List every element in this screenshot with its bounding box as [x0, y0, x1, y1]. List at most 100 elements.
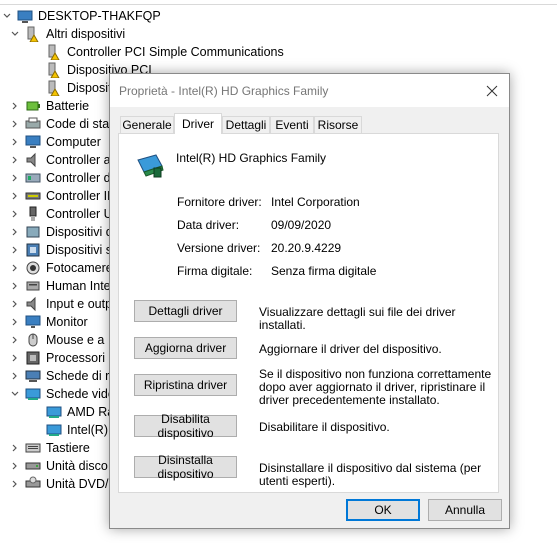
tree-label: Processori — [46, 351, 106, 365]
warning-device-icon — [25, 26, 41, 42]
tree-item-fotocamere[interactable]: Fotocamere — [9, 259, 113, 277]
tree-item-monitor[interactable]: Monitor — [9, 313, 88, 331]
disabilita-dispositivo-button[interactable]: Disabilita dispositivo — [134, 412, 237, 440]
chevron-right-icon[interactable] — [9, 442, 21, 454]
tree-label: Controller d — [46, 171, 111, 185]
disk-drive-icon — [25, 458, 41, 474]
tab-risorse[interactable]: Risorse — [314, 116, 362, 133]
tree-item-human-interface[interactable]: Human Inte — [9, 277, 111, 295]
chevron-right-icon[interactable] — [9, 208, 21, 220]
tree-label: Tastiere — [46, 441, 90, 455]
tree-label: Altri dispositivi — [46, 27, 126, 41]
tree-item-schede-video[interactable]: Schede vide — [9, 385, 115, 403]
field-value-versione: 20.20.9.4229 — [271, 241, 342, 255]
chevron-right-icon[interactable] — [9, 460, 21, 472]
chevron-right-icon[interactable] — [9, 154, 21, 166]
tree-item-controller-ide[interactable]: Controller ID — [9, 187, 116, 205]
tree-item-pci-simple[interactable]: Controller PCI Simple Communications — [46, 43, 284, 61]
ok-button[interactable]: OK — [346, 499, 420, 521]
tree-item-computer[interactable]: Computer — [9, 133, 101, 151]
mouse-icon — [25, 332, 41, 348]
tree-item-input-output[interactable]: Input e outp — [9, 295, 112, 313]
tree-label: Controller ID — [46, 189, 117, 203]
dettagli-driver-button[interactable]: Dettagli driver — [134, 300, 237, 322]
tab-dettagli[interactable]: Dettagli — [222, 116, 270, 133]
processor-icon — [25, 350, 41, 366]
computer-icon — [17, 8, 33, 24]
tree-root[interactable]: DESKTOP-THAKFQP — [0, 7, 161, 25]
dialog-titlebar[interactable]: Proprietà - Intel(R) HD Graphics Family — [110, 74, 509, 107]
display-adapter-icon — [136, 152, 166, 185]
storage-controller-icon — [25, 170, 41, 186]
hid-device-icon — [25, 224, 41, 240]
chevron-right-icon[interactable] — [9, 100, 21, 112]
monitor-icon — [25, 314, 41, 330]
tree-item-controller-usb[interactable]: Controller U — [9, 205, 113, 223]
chevron-right-icon[interactable] — [9, 370, 21, 382]
disinstalla-dispositivo-button[interactable]: Disinstalla dispositivo — [134, 453, 237, 481]
tree-item-dispositi[interactable]: Dispositi — [46, 79, 114, 97]
tab-generale[interactable]: Generale — [120, 116, 174, 133]
human-interface-icon — [25, 278, 41, 294]
chevron-right-icon[interactable] — [9, 352, 21, 364]
disabilita-dispositivo-description: Disabilitare il dispositivo. — [259, 420, 390, 434]
tree-label: Fotocamere — [46, 261, 113, 275]
tree-item-schede-rete[interactable]: Schede di re — [9, 367, 116, 385]
device-name: Intel(R) HD Graphics Family — [176, 151, 327, 165]
audio-controller-icon — [25, 152, 41, 168]
tab-driver[interactable]: Driver — [174, 113, 222, 134]
field-label-firma: Firma digitale: — [177, 264, 253, 278]
chevron-right-icon[interactable] — [9, 316, 21, 328]
tab-eventi[interactable]: Eventi — [270, 116, 314, 133]
tree-label: Schede vide — [46, 387, 115, 401]
chevron-right-icon[interactable] — [9, 172, 21, 184]
tree-label: Intel(R) — [67, 423, 108, 437]
tree-item-amd[interactable]: AMD Ra — [46, 403, 114, 421]
chevron-down-icon[interactable] — [1, 10, 13, 22]
field-label-fornitore: Fornitore driver: — [177, 195, 262, 209]
tree-item-controller-audio[interactable]: Controller a — [9, 151, 111, 169]
tree-label: Dispositivi s — [46, 243, 112, 257]
close-icon[interactable] — [475, 74, 509, 107]
chevron-right-icon[interactable] — [9, 334, 21, 346]
display-adapter-icon — [46, 422, 62, 438]
chevron-right-icon[interactable] — [9, 226, 21, 238]
tree-item-unita-dvd[interactable]: Unità DVD/C — [9, 475, 118, 493]
tree-item-batterie[interactable]: Batterie — [9, 97, 89, 115]
chevron-right-icon[interactable] — [9, 262, 21, 274]
computer-icon — [25, 134, 41, 150]
chevron-right-icon[interactable] — [9, 280, 21, 292]
cancel-button[interactable]: Annulla — [428, 499, 502, 521]
aggiorna-driver-button[interactable]: Aggiorna driver — [134, 337, 237, 359]
tree-item-mouse[interactable]: Mouse e a — [9, 331, 104, 349]
tree-item-processori[interactable]: Processori — [9, 349, 105, 367]
chevron-right-icon[interactable] — [9, 244, 21, 256]
chevron-right-icon[interactable] — [9, 118, 21, 130]
display-adapter-icon — [25, 386, 41, 402]
chevron-right-icon[interactable] — [9, 190, 21, 202]
tree-item-code-di-stampa[interactable]: Code di star — [9, 115, 113, 133]
system-device-icon — [25, 242, 41, 258]
chevron-right-icon[interactable] — [9, 478, 21, 490]
tree-label: Batterie — [46, 99, 90, 113]
chevron-down-icon[interactable] — [9, 388, 21, 400]
usb-controller-icon — [25, 206, 41, 222]
ripristina-driver-button[interactable]: Ripristina driver — [134, 374, 237, 396]
tree-label: Dispositivi d — [46, 225, 113, 239]
chevron-right-icon[interactable] — [9, 136, 21, 148]
tree-item-dispositivi-s[interactable]: Dispositivi s — [9, 241, 112, 259]
display-adapter-icon — [46, 404, 62, 420]
disinstalla-dispositivo-description: Disinstallare il dispositivo dal sistema… — [259, 461, 482, 488]
tree-item-altri-dispositivi[interactable]: Altri dispositivi — [9, 25, 125, 43]
field-value-firma: Senza firma digitale — [271, 264, 377, 278]
tree-item-controller-storage[interactable]: Controller d — [9, 169, 111, 187]
tree-item-unita-disco[interactable]: Unità disco — [9, 457, 108, 475]
ide-controller-icon — [25, 188, 41, 204]
chevron-right-icon[interactable] — [9, 298, 21, 310]
tree-item-intel[interactable]: Intel(R) — [46, 421, 108, 439]
tree-label: Dispositi — [67, 81, 115, 95]
tree-item-tastiere[interactable]: Tastiere — [9, 439, 90, 457]
chevron-down-icon[interactable] — [9, 28, 21, 40]
tree-item-dispositivi-d[interactable]: Dispositivi d — [9, 223, 113, 241]
tree-label: Schede di re — [46, 369, 117, 383]
